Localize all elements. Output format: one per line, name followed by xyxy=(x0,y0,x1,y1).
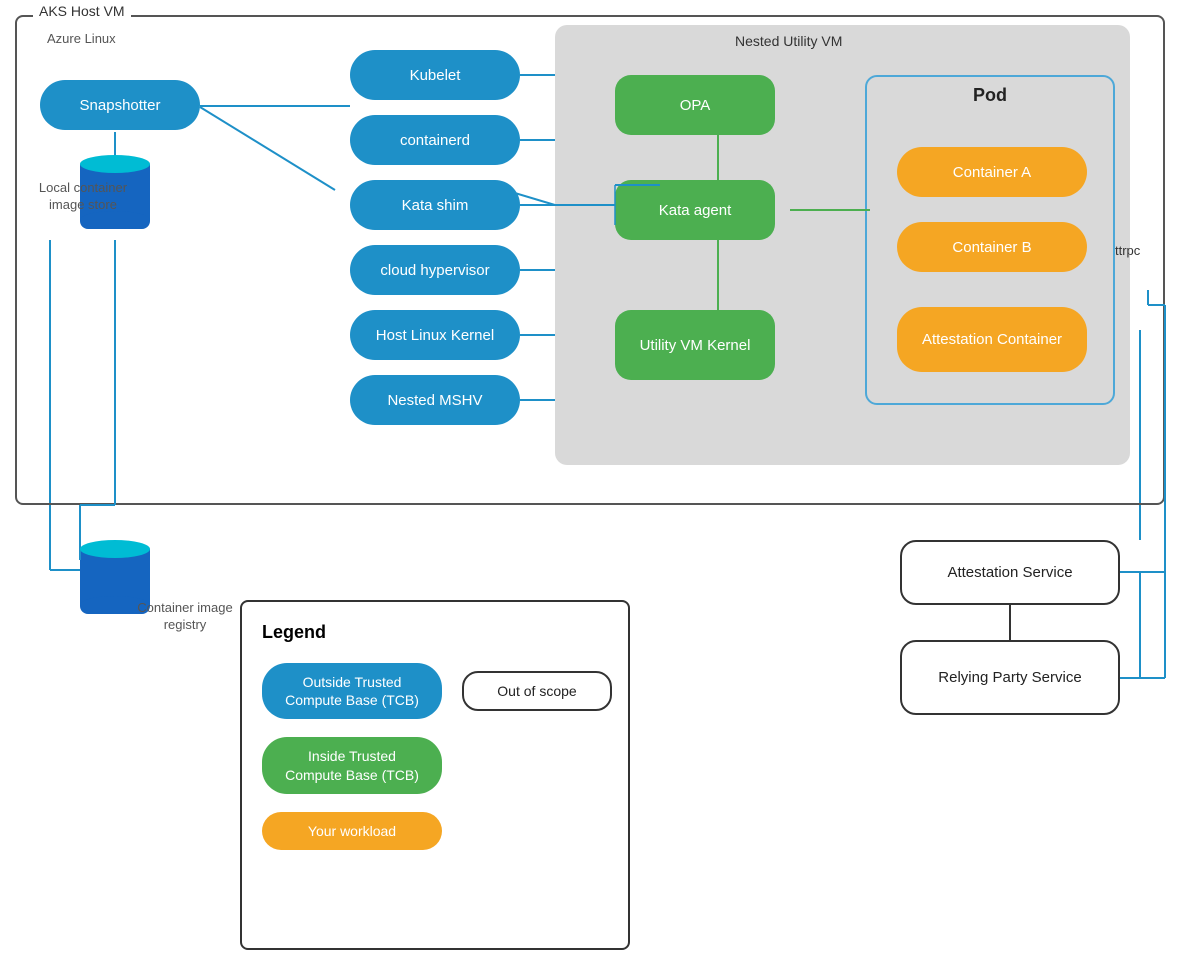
legend-box: Legend Outside TrustedCompute Base (TCB)… xyxy=(240,600,630,950)
nested-mshv-label: Nested MSHV xyxy=(387,392,482,409)
legend-outline-out-of-scope: Out of scope xyxy=(462,671,612,711)
cloud-hypervisor-label: cloud hypervisor xyxy=(380,262,489,279)
ttrpc-label: ttrpc xyxy=(1115,243,1140,258)
opa-label: OPA xyxy=(680,97,711,114)
utility-kernel-label: Utility VM Kernel xyxy=(640,337,751,354)
containerd-box: containerd xyxy=(350,115,520,165)
host-linux-label: Host Linux Kernel xyxy=(376,327,494,344)
kata-shim-box: Kata shim xyxy=(350,180,520,230)
kubelet-box: Kubelet xyxy=(350,50,520,100)
registry-cylinder-top xyxy=(80,540,150,558)
containerd-label: containerd xyxy=(400,132,470,149)
container-b-label: Container B xyxy=(952,239,1031,256)
registry-label: Container imageregistry xyxy=(120,600,250,634)
azure-linux-label: Azure Linux xyxy=(47,31,116,46)
out-of-scope-label: Out of scope xyxy=(497,683,576,699)
diagram-container: AKS Host VM Azure Linux Nested Utility V… xyxy=(0,0,1183,969)
local-store-label: Local containerimage store xyxy=(18,180,148,214)
pod-box: Pod Container A Container B Attestation … xyxy=(865,75,1115,405)
container-a-label: Container A xyxy=(953,164,1031,181)
nested-vm-box: Nested Utility VM OPA Kata agent Utility… xyxy=(555,25,1130,465)
pod-label: Pod xyxy=(973,85,1007,106)
attestation-service-label: Attestation Service xyxy=(947,564,1072,581)
kata-shim-label: Kata shim xyxy=(402,197,469,214)
nested-vm-label: Nested Utility VM xyxy=(735,33,842,49)
utility-kernel-box: Utility VM Kernel xyxy=(615,310,775,380)
kata-agent-label: Kata agent xyxy=(659,202,732,219)
relying-party-label: Relying Party Service xyxy=(938,669,1081,686)
legend-pill-orange: Your workload xyxy=(262,812,442,850)
opa-box: OPA xyxy=(615,75,775,135)
legend-pill-green: Inside TrustedCompute Base (TCB) xyxy=(262,737,442,793)
attestation-container-box: Attestation Container xyxy=(897,307,1087,372)
aks-host-label: AKS Host VM xyxy=(33,3,131,19)
cloud-hypervisor-box: cloud hypervisor xyxy=(350,245,520,295)
cylinder-top xyxy=(80,155,150,173)
nested-mshv-box: Nested MSHV xyxy=(350,375,520,425)
host-linux-box: Host Linux Kernel xyxy=(350,310,520,360)
your-workload-label: Your workload xyxy=(308,822,396,840)
legend-pill-blue: Outside TrustedCompute Base (TCB) xyxy=(262,663,442,719)
attestation-service-box: Attestation Service xyxy=(900,540,1120,605)
container-b-box: Container B xyxy=(897,222,1087,272)
kata-agent-box: Kata agent xyxy=(615,180,775,240)
container-a-box: Container A xyxy=(897,147,1087,197)
snapshotter-label: Snapshotter xyxy=(80,97,161,114)
legend-item-workload: Your workload xyxy=(262,812,608,850)
legend-title: Legend xyxy=(262,622,608,643)
kubelet-label: Kubelet xyxy=(410,67,461,84)
legend-item-inside-tcb: Inside TrustedCompute Base (TCB) xyxy=(262,737,608,793)
snapshotter-box: Snapshotter xyxy=(40,80,200,130)
attestation-container-label: Attestation Container xyxy=(922,331,1062,348)
relying-party-box: Relying Party Service xyxy=(900,640,1120,715)
legend-item-outside-tcb: Outside TrustedCompute Base (TCB) Out of… xyxy=(262,663,608,719)
